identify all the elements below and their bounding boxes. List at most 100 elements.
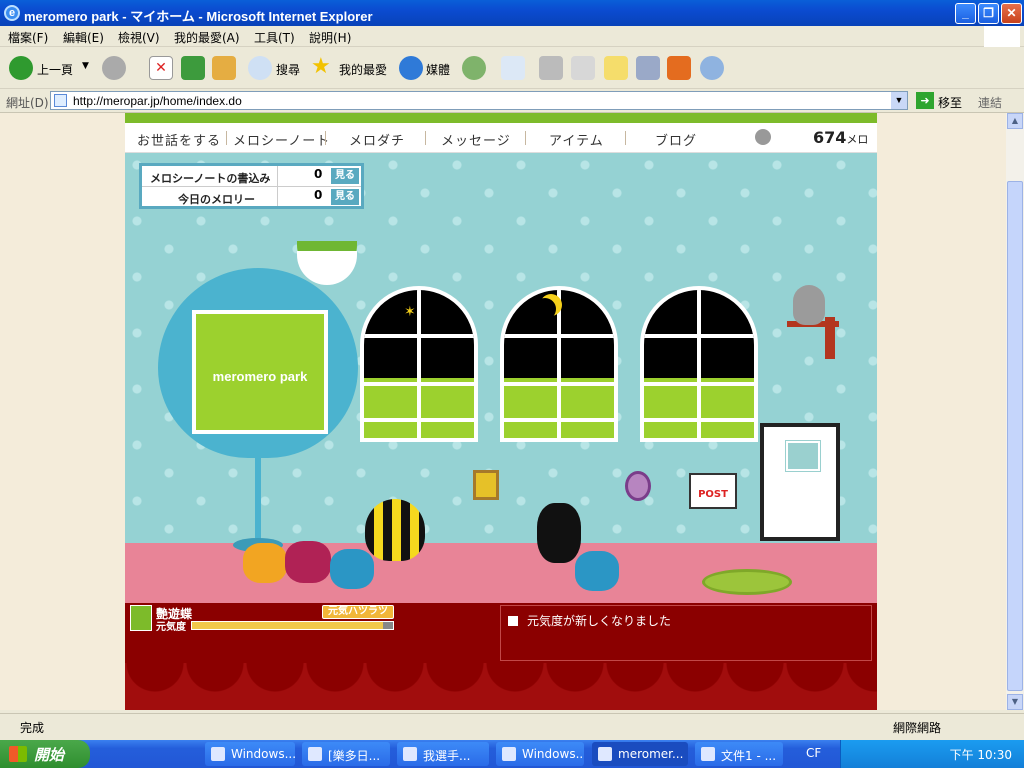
discuss-icon[interactable] (604, 56, 628, 80)
print-icon[interactable] (539, 56, 563, 80)
address-bar: 網址(D) http://meropar.jp/home/index.do ▼ … (0, 89, 1024, 113)
start-button[interactable]: 開始 (0, 740, 90, 768)
forward-icon[interactable] (102, 56, 126, 80)
cushion-blue[interactable] (330, 549, 374, 589)
go-button[interactable]: 移至 (938, 94, 962, 111)
cushion-blue-right[interactable] (575, 551, 619, 591)
owl-icon[interactable] (793, 285, 825, 325)
room-door[interactable] (760, 423, 840, 541)
start-label: 開始 (34, 746, 65, 764)
history-icon[interactable] (462, 56, 486, 80)
address-input[interactable]: http://meropar.jp/home/index.do ▼ (50, 91, 908, 110)
scroll-up-icon[interactable]: ▲ (1007, 113, 1023, 129)
onion-pet-character[interactable] (365, 499, 425, 561)
meron-coin-icon (755, 129, 771, 145)
scroll-thumb[interactable] (1007, 181, 1023, 691)
game-area: お世話をする メロシーノート メロダチ メッセージ アイテム ブログ 674メロ… (125, 113, 877, 710)
task-button[interactable]: Windows... (205, 742, 295, 766)
nav-separator (226, 131, 227, 145)
tv-pole (255, 453, 261, 548)
menu-file[interactable]: 檔案(F) (8, 29, 48, 46)
nav-message[interactable]: メッセージ (441, 130, 511, 149)
note-row: メロシーノートの書込み 0 見る (142, 166, 361, 186)
cushion-magenta[interactable] (285, 541, 331, 583)
status-bar: 完成 網際網路 (0, 713, 1024, 740)
post-box[interactable]: POST (689, 473, 737, 509)
game-nav: お世話をする メロシーノート メロダチ メッセージ アイテム ブログ 674メロ… (125, 123, 877, 165)
menu-help[interactable]: 說明(H) (309, 29, 351, 46)
nav-separator (425, 131, 426, 145)
task-button[interactable]: 我選手... (397, 742, 489, 766)
tv-screen[interactable]: meromero park (192, 310, 328, 434)
favorites-label[interactable]: 我的最愛 (339, 61, 387, 78)
stop-icon[interactable]: ✕ (149, 56, 173, 80)
search-icon[interactable] (248, 56, 272, 80)
windows-logo-icon (984, 26, 1020, 47)
page-icon (54, 94, 67, 107)
task-button-active[interactable]: meromer... (592, 742, 688, 766)
media-label[interactable]: 媒體 (426, 61, 450, 78)
picture-frame-icon[interactable] (473, 470, 499, 500)
mail-icon[interactable] (501, 56, 525, 80)
back-label[interactable]: 上一頁 (37, 61, 73, 78)
note-view-button[interactable]: 見る (331, 168, 359, 184)
owl-post (825, 317, 835, 359)
search-label[interactable]: 搜尋 (276, 61, 300, 78)
download-icon[interactable] (667, 56, 691, 80)
menu-edit[interactable]: 編輯(E) (63, 29, 104, 46)
scroll-down-icon[interactable]: ▼ (1007, 694, 1023, 710)
nav-blog[interactable]: ブログ (655, 130, 697, 149)
melory-value: 0 (314, 188, 323, 202)
research-icon[interactable] (636, 56, 660, 80)
taskbar: 開始 Windows... [樂多日... 我選手... Windows... … (0, 740, 1024, 768)
task-button[interactable]: [樂多日... (302, 742, 390, 766)
nav-item[interactable]: アイテム (549, 130, 604, 149)
genki-bar-fill (192, 622, 383, 629)
address-label: 網址(D) (6, 96, 49, 110)
nav-merodachi[interactable]: メロダチ (349, 130, 405, 149)
toolbar: 上一頁 ▼ ✕ 搜尋 ★ 我的最愛 媒體 (0, 47, 1024, 89)
nav-separator (325, 131, 326, 145)
menu-favorites[interactable]: 我的最愛(A) (174, 29, 240, 46)
genki-label: 元気度 (156, 622, 186, 633)
melory-label: 今日のメロリー (178, 193, 255, 206)
nav-merosy-note[interactable]: メロシーノート (233, 130, 330, 149)
edit-icon[interactable] (571, 56, 595, 80)
black-bug-character[interactable] (537, 503, 581, 563)
nav-care[interactable]: お世話をする (137, 130, 221, 149)
maximize-button[interactable]: ❐ (978, 3, 999, 24)
vertical-scrollbar[interactable]: ▲ ▼ (1006, 113, 1024, 710)
security-zone: 網際網路 (893, 721, 942, 735)
note-count-label: メロシーノートの書込み (150, 172, 271, 185)
menu-bar: 檔案(F) 編輯(E) 檢視(V) 我的最愛(A) 工具(T) 說明(H) (0, 26, 1024, 47)
favorites-star-icon[interactable]: ★ (311, 56, 335, 80)
links-button[interactable]: 連結 (978, 94, 1002, 111)
menu-tools[interactable]: 工具(T) (254, 29, 295, 46)
menu-view[interactable]: 檢視(V) (118, 29, 160, 46)
back-icon[interactable] (9, 56, 33, 80)
system-tray: 下午 10:30 (840, 740, 1024, 768)
go-arrow-icon[interactable]: ➜ (916, 92, 934, 109)
melory-row: 今日のメロリー 0 見る (142, 187, 361, 207)
round-frame-icon[interactable] (625, 471, 651, 501)
minimize-button[interactable]: _ (955, 3, 976, 24)
refresh-icon[interactable] (181, 56, 205, 80)
clock[interactable]: 下午 10:30 (950, 746, 1012, 763)
media-icon[interactable] (399, 56, 423, 80)
back-dropdown-icon[interactable]: ▼ (82, 61, 89, 71)
cushion-orange[interactable] (243, 543, 287, 583)
melory-view-button[interactable]: 見る (331, 189, 359, 205)
browser-window: e meromero park - マイホーム - Microsoft Inte… (0, 0, 1024, 740)
message-text: 元気度が新しくなりました (527, 614, 672, 628)
home-icon[interactable] (212, 56, 236, 80)
task-button[interactable]: Windows... (496, 742, 584, 766)
task-button[interactable]: 文件1 - ... (695, 742, 783, 766)
address-dropdown-icon[interactable]: ▼ (891, 92, 907, 109)
window-right (640, 286, 758, 442)
green-rug (702, 569, 792, 595)
close-button[interactable]: ✕ (1001, 3, 1022, 24)
note-count-value: 0 (314, 167, 323, 181)
taskbar-overflow[interactable]: CF (806, 746, 821, 760)
window-left: ✶ (360, 286, 478, 442)
messenger-icon[interactable] (700, 56, 724, 80)
